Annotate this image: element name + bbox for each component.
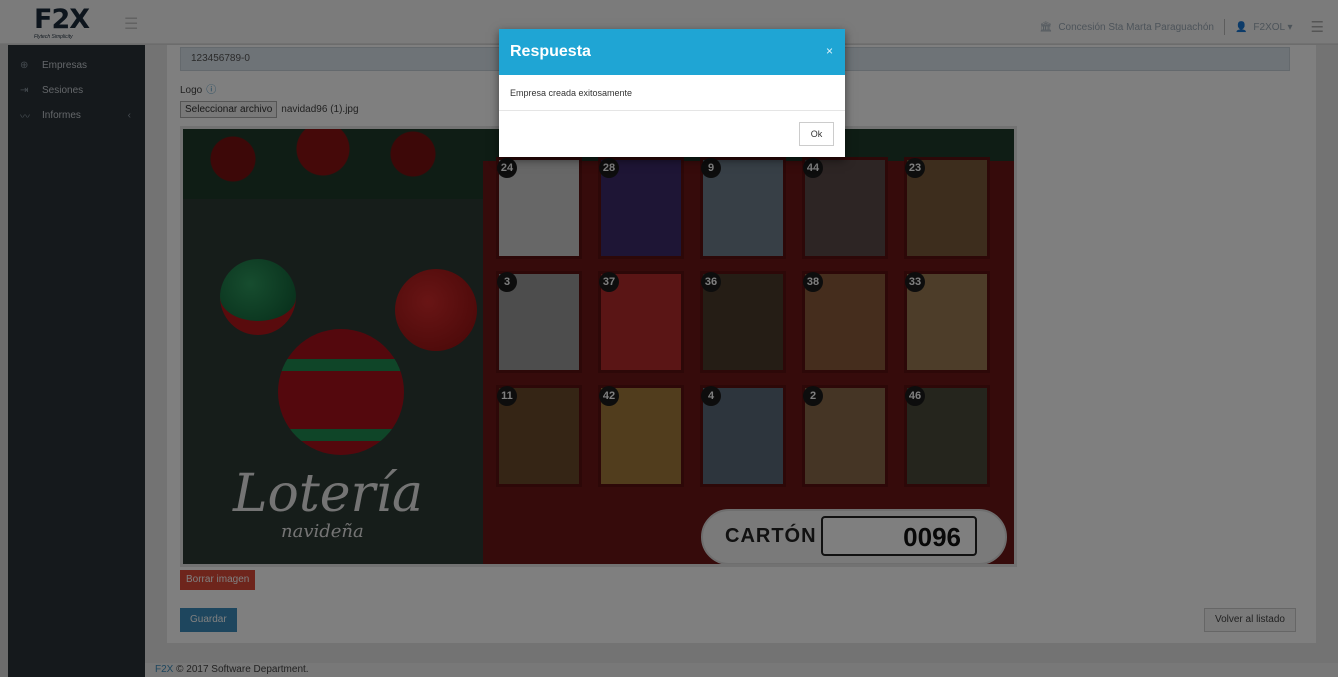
ok-button[interactable]: Ok	[799, 122, 834, 146]
modal-footer: Ok	[499, 111, 845, 157]
modal-message: Empresa creada exitosamente	[499, 75, 845, 111]
close-icon[interactable]: ×	[826, 44, 833, 58]
modal-header: Respuesta ×	[499, 29, 845, 75]
response-modal: Respuesta × Empresa creada exitosamente …	[499, 29, 845, 157]
modal-title: Respuesta	[510, 43, 591, 60]
